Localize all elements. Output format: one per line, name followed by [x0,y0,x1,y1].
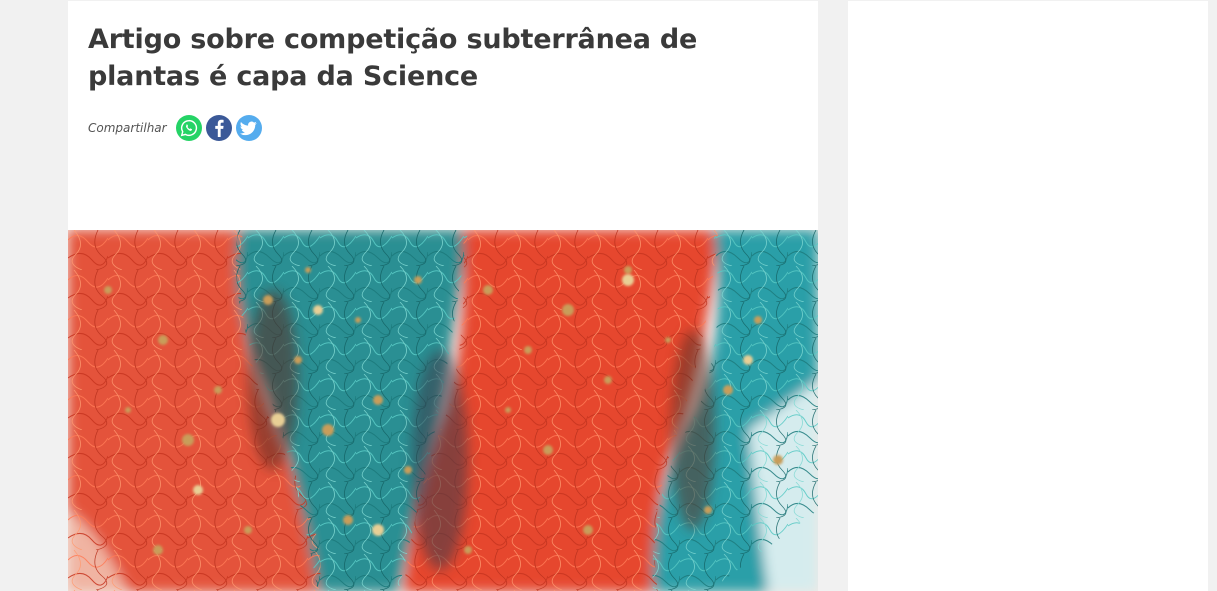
whatsapp-icon [180,119,197,137]
twitter-share-button[interactable] [235,115,262,141]
facebook-share-button[interactable] [205,115,232,141]
sidebar-panel [848,1,1208,591]
article-hero-image [68,230,818,591]
share-label: Compartilhar [88,121,167,135]
share-bar: Compartilhar [88,115,266,141]
facebook-icon [214,119,224,137]
article-card: Artigo sobre competição subterrânea de p… [68,1,818,591]
roots-image [68,230,818,591]
twitter-icon [240,121,257,135]
whatsapp-share-button[interactable] [175,115,202,141]
article-title: Artigo sobre competição subterrânea de p… [88,24,698,92]
